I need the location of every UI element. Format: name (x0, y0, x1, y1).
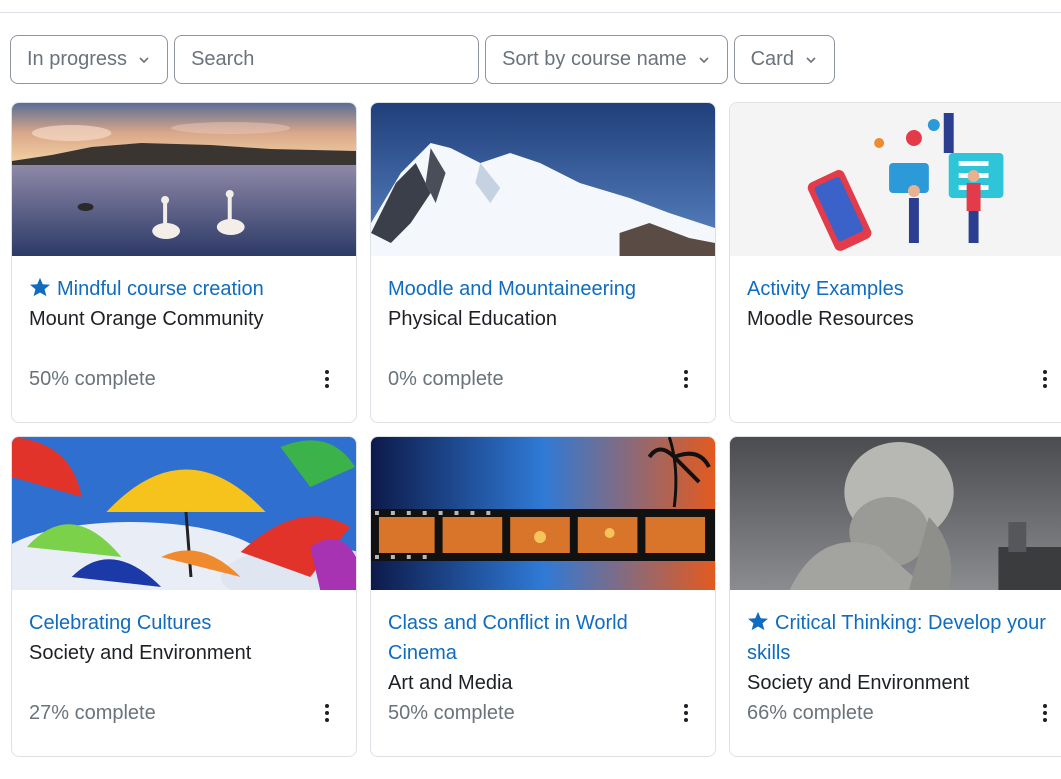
course-category: Society and Environment (747, 672, 970, 694)
course-card[interactable]: Class and Conflict in World Cinema Art a… (370, 436, 716, 757)
course-progress: 50% complete (388, 701, 515, 724)
course-card[interactable]: Moodle and Mountaineering Physical Educa… (370, 102, 716, 423)
course-category: Moodle Resources (747, 308, 914, 330)
course-actions-menu-icon[interactable] (315, 364, 339, 394)
view-dropdown[interactable]: Card (733, 35, 835, 84)
star-icon (748, 611, 768, 631)
course-image-phone-illustration[interactable] (730, 103, 1061, 256)
sort-label: Sort by course name (502, 48, 687, 70)
course-title: Moodle and Mountaineering (388, 278, 636, 300)
course-title-link[interactable]: Critical Thinking: Develop your skills (747, 608, 1057, 668)
course-progress: 27% complete (29, 701, 156, 724)
course-title-link[interactable]: Mindful course creation (29, 274, 339, 304)
status-filter-dropdown[interactable]: In progress (10, 35, 169, 84)
course-category: Society and Environment (29, 642, 252, 664)
course-image-snowy-mountain[interactable] (371, 103, 715, 256)
view-label: Card (750, 48, 794, 70)
chevron-down-icon (699, 56, 709, 63)
course-actions-menu-icon[interactable] (674, 698, 698, 728)
course-title-link[interactable]: Moodle and Mountaineering (388, 274, 698, 304)
course-actions-menu-icon[interactable] (315, 698, 339, 728)
course-actions-menu-icon[interactable] (1033, 364, 1057, 394)
course-title-link[interactable]: Class and Conflict in World Cinema (388, 608, 698, 668)
chevron-down-icon (806, 56, 816, 63)
course-category: Physical Education (388, 308, 557, 330)
course-title: Class and Conflict in World Cinema (388, 612, 628, 664)
course-title: Mindful course creation (57, 278, 264, 300)
course-image-lake-swans[interactable] (12, 103, 356, 256)
course-actions-menu-icon[interactable] (1033, 698, 1057, 728)
course-title: Activity Examples (747, 278, 904, 300)
course-actions-menu-icon[interactable] (674, 364, 698, 394)
course-title-link[interactable]: Celebrating Cultures (29, 608, 339, 638)
sort-dropdown[interactable]: Sort by course name (485, 35, 728, 84)
top-divider (0, 12, 1061, 13)
course-card[interactable]: Critical Thinking: Develop your skills S… (729, 436, 1061, 757)
course-title: Celebrating Cultures (29, 612, 212, 634)
star-icon (30, 277, 50, 297)
course-title-link[interactable]: Activity Examples (747, 274, 1057, 304)
course-card[interactable]: Mindful course creation Mount Orange Com… (11, 102, 357, 423)
course-grid: Mindful course creation Mount Orange Com… (11, 102, 1061, 757)
course-image-thinker-statue[interactable] (730, 437, 1061, 590)
course-progress: 0% complete (388, 367, 504, 390)
course-category: Mount Orange Community (29, 308, 264, 330)
course-progress: 50% complete (29, 367, 156, 390)
course-card[interactable]: Celebrating Cultures Society and Environ… (11, 436, 357, 757)
course-card[interactable]: Activity Examples Moodle Resources (729, 102, 1061, 423)
course-category: Art and Media (388, 672, 513, 694)
course-image-umbrellas[interactable] (12, 437, 356, 590)
course-image-film-strip[interactable] (371, 437, 715, 590)
chevron-down-icon (139, 56, 149, 63)
search-input[interactable] (174, 35, 480, 84)
course-filters: In progress Sort by course name Card (10, 35, 835, 85)
status-filter-label: In progress (27, 48, 128, 70)
course-title: Critical Thinking: Develop your skills (747, 612, 1046, 664)
course-progress: 66% complete (747, 701, 874, 724)
